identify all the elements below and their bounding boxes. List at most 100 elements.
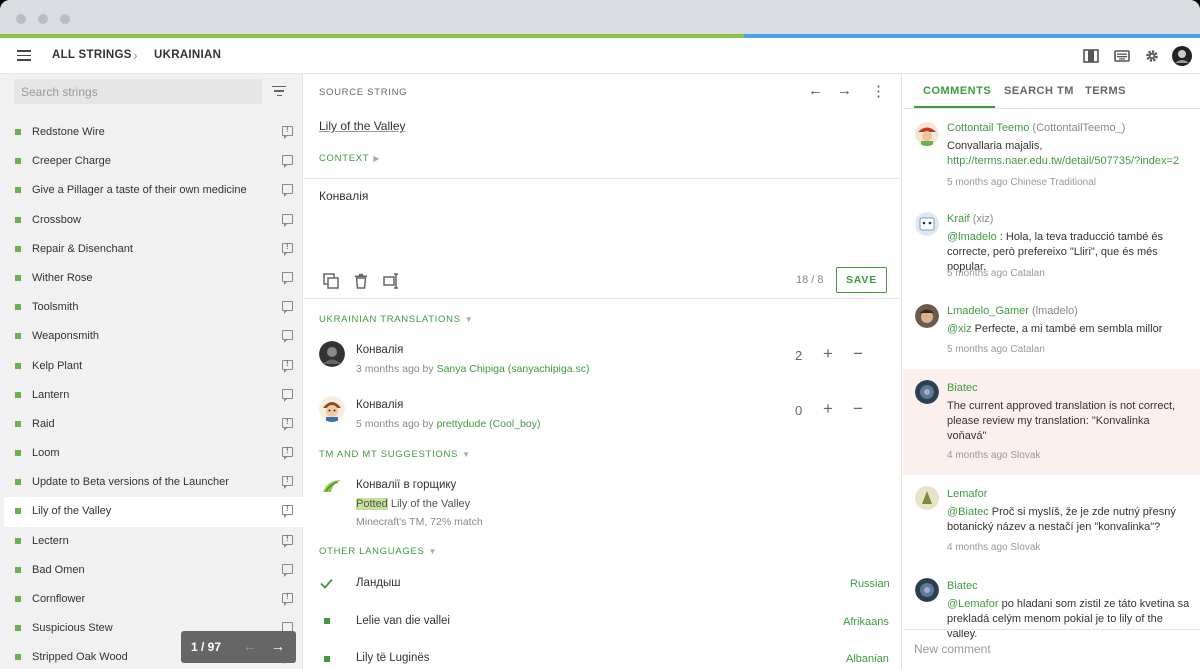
comment: Biatec @Lemafor po hladani som zistil ze… <box>903 573 1200 640</box>
arrow-left-icon[interactable]: ← <box>808 82 823 99</box>
filter-icon[interactable] <box>272 86 286 97</box>
commenter-name[interactable]: Biatec <box>947 382 978 394</box>
status-square <box>15 508 21 515</box>
breadcrumb-locale[interactable]: UKRAINIAN <box>154 49 221 61</box>
layout-icon[interactable] <box>1083 48 1099 64</box>
string-list-item[interactable]: Cornflower <box>4 585 303 614</box>
string-list-item[interactable]: Toolsmith <box>4 293 303 322</box>
status-square <box>15 362 21 369</box>
string-list-item[interactable]: Creeper Charge <box>4 147 303 176</box>
string-list-item[interactable]: Update to Beta versions of the Launcher <box>4 468 303 497</box>
breadcrumb-all-strings[interactable]: ALL STRINGS <box>52 49 132 61</box>
other-languages-toggle[interactable]: OTHER LANGUAGES ▼ <box>319 546 437 557</box>
string-list-item[interactable]: Weaponsmith <box>4 322 303 351</box>
status-square <box>15 304 21 311</box>
translation-input[interactable]: Конвалія <box>319 189 368 203</box>
string-label: Redstone Wire <box>32 126 105 138</box>
comment-icon <box>282 271 293 285</box>
comment-icon <box>282 388 293 402</box>
commenter-name[interactable]: Cottontail Teemo (CottontailTeemo_) <box>947 122 1125 134</box>
other-language-text[interactable]: Ландыш <box>356 577 401 589</box>
other-language-text[interactable]: Lelie van die vallei <box>356 615 450 627</box>
user-avatar[interactable] <box>1172 46 1192 66</box>
translations-header: UKRAINIAN TRANSLATIONS <box>319 314 461 325</box>
keyboard-icon[interactable] <box>1114 48 1130 64</box>
other-language-text[interactable]: Lily të Luginës <box>356 652 430 664</box>
downvote-button[interactable]: − <box>853 399 863 419</box>
copy-source-icon[interactable] <box>323 273 339 289</box>
comment-mention[interactable]: @lmadelo <box>947 231 997 243</box>
suggestions-header: TM AND MT SUGGESTIONS <box>319 449 459 460</box>
status-square <box>15 450 21 457</box>
comment-mention[interactable]: @xiz <box>947 323 972 335</box>
string-list-item[interactable]: Raid <box>4 410 303 439</box>
tm-suggestion-icon <box>323 480 341 492</box>
comment-mention[interactable]: @Lemafor <box>947 598 999 610</box>
string-list-item[interactable]: Bad Omen <box>4 556 303 585</box>
commenter-name[interactable]: Kraif (xiz) <box>947 213 993 225</box>
suggestions-toggle[interactable]: TM AND MT SUGGESTIONS ▼ <box>319 449 471 460</box>
comment-flagged: Biatec The current approved translation … <box>903 369 1200 475</box>
commenter-name[interactable]: Lemafor <box>947 488 987 500</box>
comment-mention[interactable]: @Biatec <box>947 506 989 518</box>
translator-avatar <box>319 341 345 367</box>
more-vert-icon[interactable]: ⋮ <box>871 82 886 100</box>
commenter-handle: (lmadelo) <box>1032 305 1078 317</box>
string-list-item[interactable]: Wither Rose <box>4 264 303 293</box>
commenter-name[interactable]: Biatec <box>947 580 978 592</box>
comment-meta: 5 months ago Catalan <box>947 344 1045 355</box>
window-zoom-dot[interactable] <box>60 14 70 24</box>
string-list-item[interactable]: Give a Pillager a taste of their own med… <box>4 176 303 205</box>
tab-comments[interactable]: COMMENTS <box>923 85 991 97</box>
translation-author[interactable]: prettydude (Cool_boy) <box>437 418 541 430</box>
status-square <box>15 274 21 281</box>
text-field-icon[interactable] <box>383 273 399 289</box>
new-comment-input[interactable] <box>914 642 1174 656</box>
translation-time: 5 months ago by <box>356 418 437 430</box>
status-square <box>324 618 330 624</box>
tab-terms[interactable]: TERMS <box>1085 85 1126 97</box>
translation-meta: 5 months ago by prettydude (Cool_boy) <box>356 418 540 430</box>
trash-icon[interactable] <box>353 273 369 289</box>
status-square <box>15 625 21 632</box>
suggestion-source-rest: Lily of the Valley <box>387 498 471 510</box>
string-label: Give a Pillager a taste of their own med… <box>32 184 247 197</box>
tab-search-tm[interactable]: SEARCH TM <box>1004 85 1074 97</box>
arrow-left-icon[interactable]: ← <box>243 638 257 654</box>
string-list-item[interactable]: Lily of the Valley <box>4 497 303 527</box>
string-list-item[interactable]: Repair & Disenchant <box>4 235 303 264</box>
vote-count: 0 <box>795 403 803 418</box>
commenter-name[interactable]: Lmadelo_Gamer (lmadelo) <box>947 305 1078 317</box>
string-list-item[interactable]: Redstone Wire <box>4 118 303 147</box>
save-button[interactable]: SAVE <box>836 267 887 293</box>
commenter-handle: (xiz) <box>972 213 994 225</box>
comment-meta: 4 months ago Slovak <box>947 450 1041 461</box>
arrow-right-icon[interactable]: → <box>271 638 285 654</box>
gear-icon[interactable] <box>1144 48 1160 64</box>
string-list-item[interactable]: Crossbow <box>4 206 303 235</box>
context-toggle[interactable]: CONTEXT ▶ <box>319 153 380 164</box>
string-list-item[interactable]: Lectern <box>4 527 303 556</box>
string-list-item[interactable]: Kelp Plant <box>4 352 303 381</box>
menu-icon[interactable] <box>17 50 31 61</box>
suggestion-text[interactable]: Конвалії в горщику <box>356 479 456 491</box>
commenter-avatar <box>915 380 939 404</box>
commenter-display-name: Cottontail Teemo <box>947 122 1030 134</box>
status-square <box>15 566 21 573</box>
upvote-button[interactable]: + <box>823 399 833 419</box>
search-strings-input[interactable] <box>14 79 262 104</box>
comment-icon <box>282 359 293 373</box>
translations-toggle[interactable]: UKRAINIAN TRANSLATIONS ▼ <box>319 314 473 325</box>
string-label: Lantern <box>32 388 70 401</box>
comment-link[interactable]: http://terms.naer.edu.tw/detail/507735/?… <box>947 155 1179 167</box>
string-list-item[interactable]: Loom <box>4 439 303 468</box>
window-close-dot[interactable] <box>16 14 26 24</box>
comment-icon <box>282 125 293 139</box>
downvote-button[interactable]: − <box>853 344 863 364</box>
window-minimize-dot[interactable] <box>38 14 48 24</box>
arrow-right-icon[interactable]: → <box>837 82 852 99</box>
upvote-button[interactable]: + <box>823 344 833 364</box>
status-square <box>15 391 21 398</box>
translation-author[interactable]: Sanya Chipiga (sanyachipiga.sc) <box>437 363 590 375</box>
string-list-item[interactable]: Lantern <box>4 381 303 410</box>
